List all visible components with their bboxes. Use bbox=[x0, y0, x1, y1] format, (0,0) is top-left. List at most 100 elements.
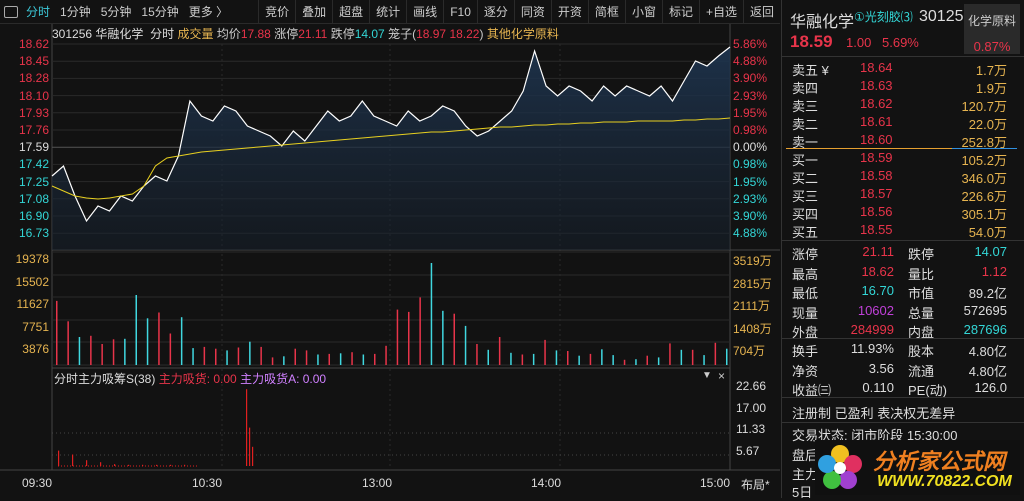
pct-tick: 5.86% bbox=[733, 37, 768, 51]
level-label: 买三 bbox=[792, 189, 819, 204]
pct-change: 5.69% bbox=[882, 35, 919, 50]
volume-bar bbox=[476, 344, 478, 365]
volume-bar bbox=[226, 350, 228, 365]
watermark-logo: 分析家公式网 WWW.70822.COM bbox=[815, 440, 1020, 495]
level-price: 18.62 bbox=[860, 96, 893, 111]
pct-tick: 4.88% bbox=[733, 54, 768, 69]
volume-bar bbox=[78, 337, 81, 365]
stat-label: 净资 bbox=[792, 363, 819, 379]
volume-bar bbox=[180, 317, 183, 365]
stat-value: 18.62 bbox=[861, 263, 894, 279]
volume-bar bbox=[464, 325, 467, 365]
indicator-tick: 11.33 bbox=[736, 422, 766, 436]
stat-label: 市值 bbox=[908, 286, 935, 301]
last-price: 18.59 bbox=[790, 32, 833, 51]
volume-bar bbox=[283, 356, 285, 365]
indicator-tick: 22.66 bbox=[736, 379, 767, 393]
stat-value: 11.93% bbox=[850, 341, 894, 356]
volume-bar bbox=[192, 348, 194, 365]
time-tick: 15:00 bbox=[700, 476, 731, 490]
volume-bar bbox=[56, 300, 58, 365]
volume-bar bbox=[567, 351, 569, 365]
bid-row: 买三 18.57 226.6万 bbox=[792, 186, 1017, 204]
concept-tag[interactable]: ①光刻胶⑶ bbox=[854, 8, 913, 25]
ask-row: 卖二 18.61 22.0万 bbox=[792, 114, 1017, 132]
volume-bar bbox=[203, 346, 206, 365]
volume-bar bbox=[328, 353, 330, 365]
volume-tick: 19378 bbox=[15, 252, 49, 266]
stat-row: 涨停 21.11 跌停 14.07 bbox=[792, 244, 1017, 262]
bid-row: 买四 18.56 305.1万 bbox=[792, 204, 1017, 222]
volume-bar bbox=[271, 357, 274, 365]
volume-bar bbox=[544, 339, 546, 365]
volume-bar bbox=[691, 349, 694, 365]
logo-url: WWW.70822.COM bbox=[877, 473, 1012, 490]
ask-row: 卖四 18.63 1.9万 bbox=[792, 78, 1017, 96]
stat-row: 换手 11.93% 股本 4.80亿 bbox=[792, 341, 1017, 359]
volume-bar bbox=[714, 342, 717, 365]
volume-bar bbox=[510, 352, 512, 365]
level-volume: 1.9万 bbox=[975, 81, 1007, 96]
volume-bar bbox=[169, 333, 172, 365]
volume-bar bbox=[726, 348, 728, 365]
level-volume: 105.2万 bbox=[961, 153, 1007, 168]
time-tick: 13:00 bbox=[362, 476, 393, 490]
bid-row: 买一 18.59 105.2万 bbox=[792, 150, 1017, 168]
stat-row: 净资 3.56 流通 4.80亿 bbox=[792, 361, 1017, 379]
time-tick: 14:00 bbox=[531, 476, 562, 490]
pct-tick: 1.95% bbox=[733, 105, 768, 120]
volume-bar bbox=[487, 349, 489, 365]
volume-bar bbox=[215, 348, 217, 365]
level-price: 18.61 bbox=[860, 114, 893, 129]
stat-row: 现量 10602 总量 572695 bbox=[792, 303, 1017, 321]
intraday-chart[interactable] bbox=[0, 0, 780, 498]
volume-bar bbox=[135, 295, 137, 365]
indicator-name[interactable]: 分时主力吸筹S(38) bbox=[54, 372, 155, 386]
volume-bar bbox=[90, 335, 92, 365]
pct-tick: 0.98% bbox=[733, 157, 768, 172]
volume-tick: 2815万 bbox=[733, 276, 772, 291]
price-tick: 16.73 bbox=[18, 226, 49, 241]
stat-value: 3.56 bbox=[868, 360, 894, 376]
ask-row: 卖五 ¥ 18.64 1.7万 bbox=[792, 60, 1017, 78]
volume-tick: 7751 bbox=[22, 319, 49, 334]
volume-bar bbox=[305, 350, 308, 365]
stat-value: 21.11 bbox=[862, 244, 894, 259]
price-tick: 17.76 bbox=[18, 123, 49, 137]
stat-value: 4.80亿 bbox=[968, 344, 1007, 359]
volume-bar bbox=[101, 344, 103, 365]
volume-bar bbox=[408, 311, 410, 365]
stat-row: 最低 16.70 市值 89.2亿 bbox=[792, 283, 1017, 301]
volume-bar bbox=[623, 359, 626, 365]
price-tick: 16.90 bbox=[18, 209, 49, 223]
stat-value: 16.70 bbox=[861, 283, 894, 298]
pct-tick: 0.98% bbox=[733, 123, 768, 137]
level-label: 卖四 bbox=[792, 81, 819, 96]
dropdown-icon[interactable]: ▼ bbox=[702, 370, 712, 381]
close-icon[interactable]: × bbox=[718, 369, 725, 383]
stat-label: 涨停 bbox=[792, 247, 819, 262]
time-tick: 09:30 bbox=[22, 476, 53, 490]
indicator-bar bbox=[100, 462, 102, 466]
volume-bar bbox=[442, 310, 444, 365]
volume-bar bbox=[294, 348, 296, 365]
volume-tick: 1408万 bbox=[733, 321, 772, 336]
pct-tick: 0.00% bbox=[733, 140, 768, 155]
price-tick: 17.42 bbox=[18, 157, 49, 172]
level-volume: 226.6万 bbox=[961, 189, 1007, 204]
volume-bar bbox=[419, 297, 421, 365]
indicator-b: 主力吸货A: 0.00 bbox=[240, 372, 327, 386]
stat-value: 1.12 bbox=[981, 263, 1007, 279]
level-volume: 346.0万 bbox=[961, 171, 1007, 186]
volume-bar bbox=[453, 313, 455, 365]
layout-button[interactable]: 布局* bbox=[741, 476, 770, 493]
stat-label: 总量 bbox=[908, 305, 935, 321]
quote-name: 华融化学 bbox=[790, 14, 855, 31]
volume-bar bbox=[589, 353, 592, 365]
stat-label: 流通 bbox=[908, 363, 935, 379]
stat-label: 量比 bbox=[908, 266, 935, 282]
price-area bbox=[52, 47, 730, 250]
volume-bar bbox=[158, 312, 160, 365]
sector-box[interactable]: 化学原料 0.87% bbox=[964, 4, 1020, 54]
ask-row: 卖三 18.62 120.7万 bbox=[792, 96, 1017, 114]
